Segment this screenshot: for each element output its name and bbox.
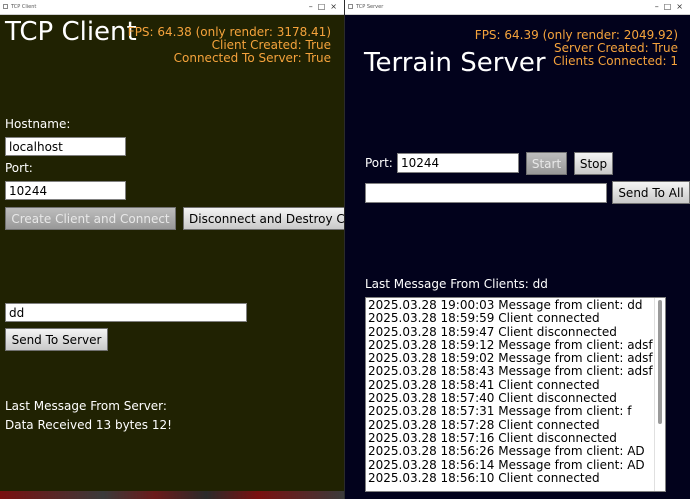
server-content: FPS: 64.39 (only render: 2049.92) Server… — [345, 15, 690, 499]
log-entry: 2025.03.28 18:58:43 Message from client:… — [368, 364, 653, 379]
log-entry: 2025.03.28 18:57:40 Client disconnected — [368, 391, 617, 406]
log-entry: 2025.03.28 18:59:12 Message from client:… — [368, 337, 653, 352]
stop-button[interactable]: Stop — [574, 152, 613, 175]
server-title: Terrain Server — [364, 48, 546, 78]
server-log-list[interactable]: 2025.03.28 19:00:03 Message from client:… — [365, 297, 666, 492]
app-icon — [3, 4, 8, 9]
server-port-label: Port: — [365, 156, 393, 170]
app-icon — [348, 4, 353, 9]
client-message-input[interactable] — [5, 303, 247, 322]
log-entry: 2025.03.28 18:57:31 Message from client:… — [368, 404, 632, 419]
client-title: TCP Client — [5, 17, 137, 47]
log-entry: 2025.03.28 18:56:14 Message from client:… — [368, 457, 645, 472]
taskbar-strip — [0, 491, 344, 499]
log-scrollbar[interactable] — [654, 298, 665, 491]
server-window-title: TCP Server — [356, 4, 384, 10]
send-to-server-button[interactable]: Send To Server — [5, 328, 108, 351]
disconnect-button[interactable]: Disconnect and Destroy C — [183, 207, 344, 230]
server-window: TCP Server –□× FPS: 64.39 (only render: … — [345, 0, 690, 499]
log-entry: 2025.03.28 18:56:10 Client connected — [368, 470, 600, 485]
client-window-title: TCP Client — [11, 4, 37, 10]
log-entry: 2025.03.28 18:56:26 Message from client:… — [368, 444, 645, 459]
start-button[interactable]: Start — [526, 152, 567, 175]
log-entries: 2025.03.28 19:00:03 Message from client:… — [368, 298, 653, 485]
log-entry: 2025.03.28 19:00:03 Message from client:… — [368, 298, 643, 312]
hostname-input[interactable] — [5, 137, 126, 156]
log-scrollbar-thumb[interactable] — [658, 300, 662, 424]
log-entry: 2025.03.28 18:59:02 Message from client:… — [368, 351, 653, 366]
log-entry: 2025.03.28 18:59:47 Client disconnected — [368, 324, 617, 339]
server-message-input[interactable] — [365, 183, 607, 203]
window-controls-icon[interactable]: –□× — [655, 0, 688, 14]
last-message-server-value: Data Received 13 bytes 12! — [5, 418, 172, 432]
client-titlebar[interactable]: TCP Client –□× — [0, 0, 344, 15]
log-entry: 2025.03.28 18:57:28 Client connected — [368, 417, 600, 432]
last-message-server-label: Last Message From Server: — [5, 399, 167, 413]
client-connected-status: Connected To Server: True — [173, 51, 331, 65]
window-controls-icon[interactable]: –□× — [309, 0, 342, 14]
log-entry: 2025.03.28 18:59:59 Client connected — [368, 311, 600, 326]
server-port-input[interactable] — [397, 153, 519, 173]
last-message-clients-label: Last Message From Clients: dd — [365, 277, 548, 291]
create-client-button[interactable]: Create Client and Connect — [5, 207, 176, 230]
client-port-label: Port: — [5, 161, 33, 175]
send-to-all-button[interactable]: Send To All — [612, 181, 690, 204]
client-content: TCP Client FPS: 64.38 (only render: 3178… — [0, 15, 344, 499]
log-entry: 2025.03.28 18:57:16 Client disconnected — [368, 430, 617, 445]
client-window: TCP Client –□× TCP Client FPS: 64.38 (on… — [0, 0, 344, 499]
client-port-input[interactable] — [5, 181, 126, 200]
server-clients-status: Clients Connected: 1 — [553, 54, 678, 68]
hostname-label: Hostname: — [5, 117, 71, 131]
server-titlebar[interactable]: TCP Server –□× — [345, 0, 690, 15]
log-entry: 2025.03.28 18:58:41 Client connected — [368, 377, 600, 392]
